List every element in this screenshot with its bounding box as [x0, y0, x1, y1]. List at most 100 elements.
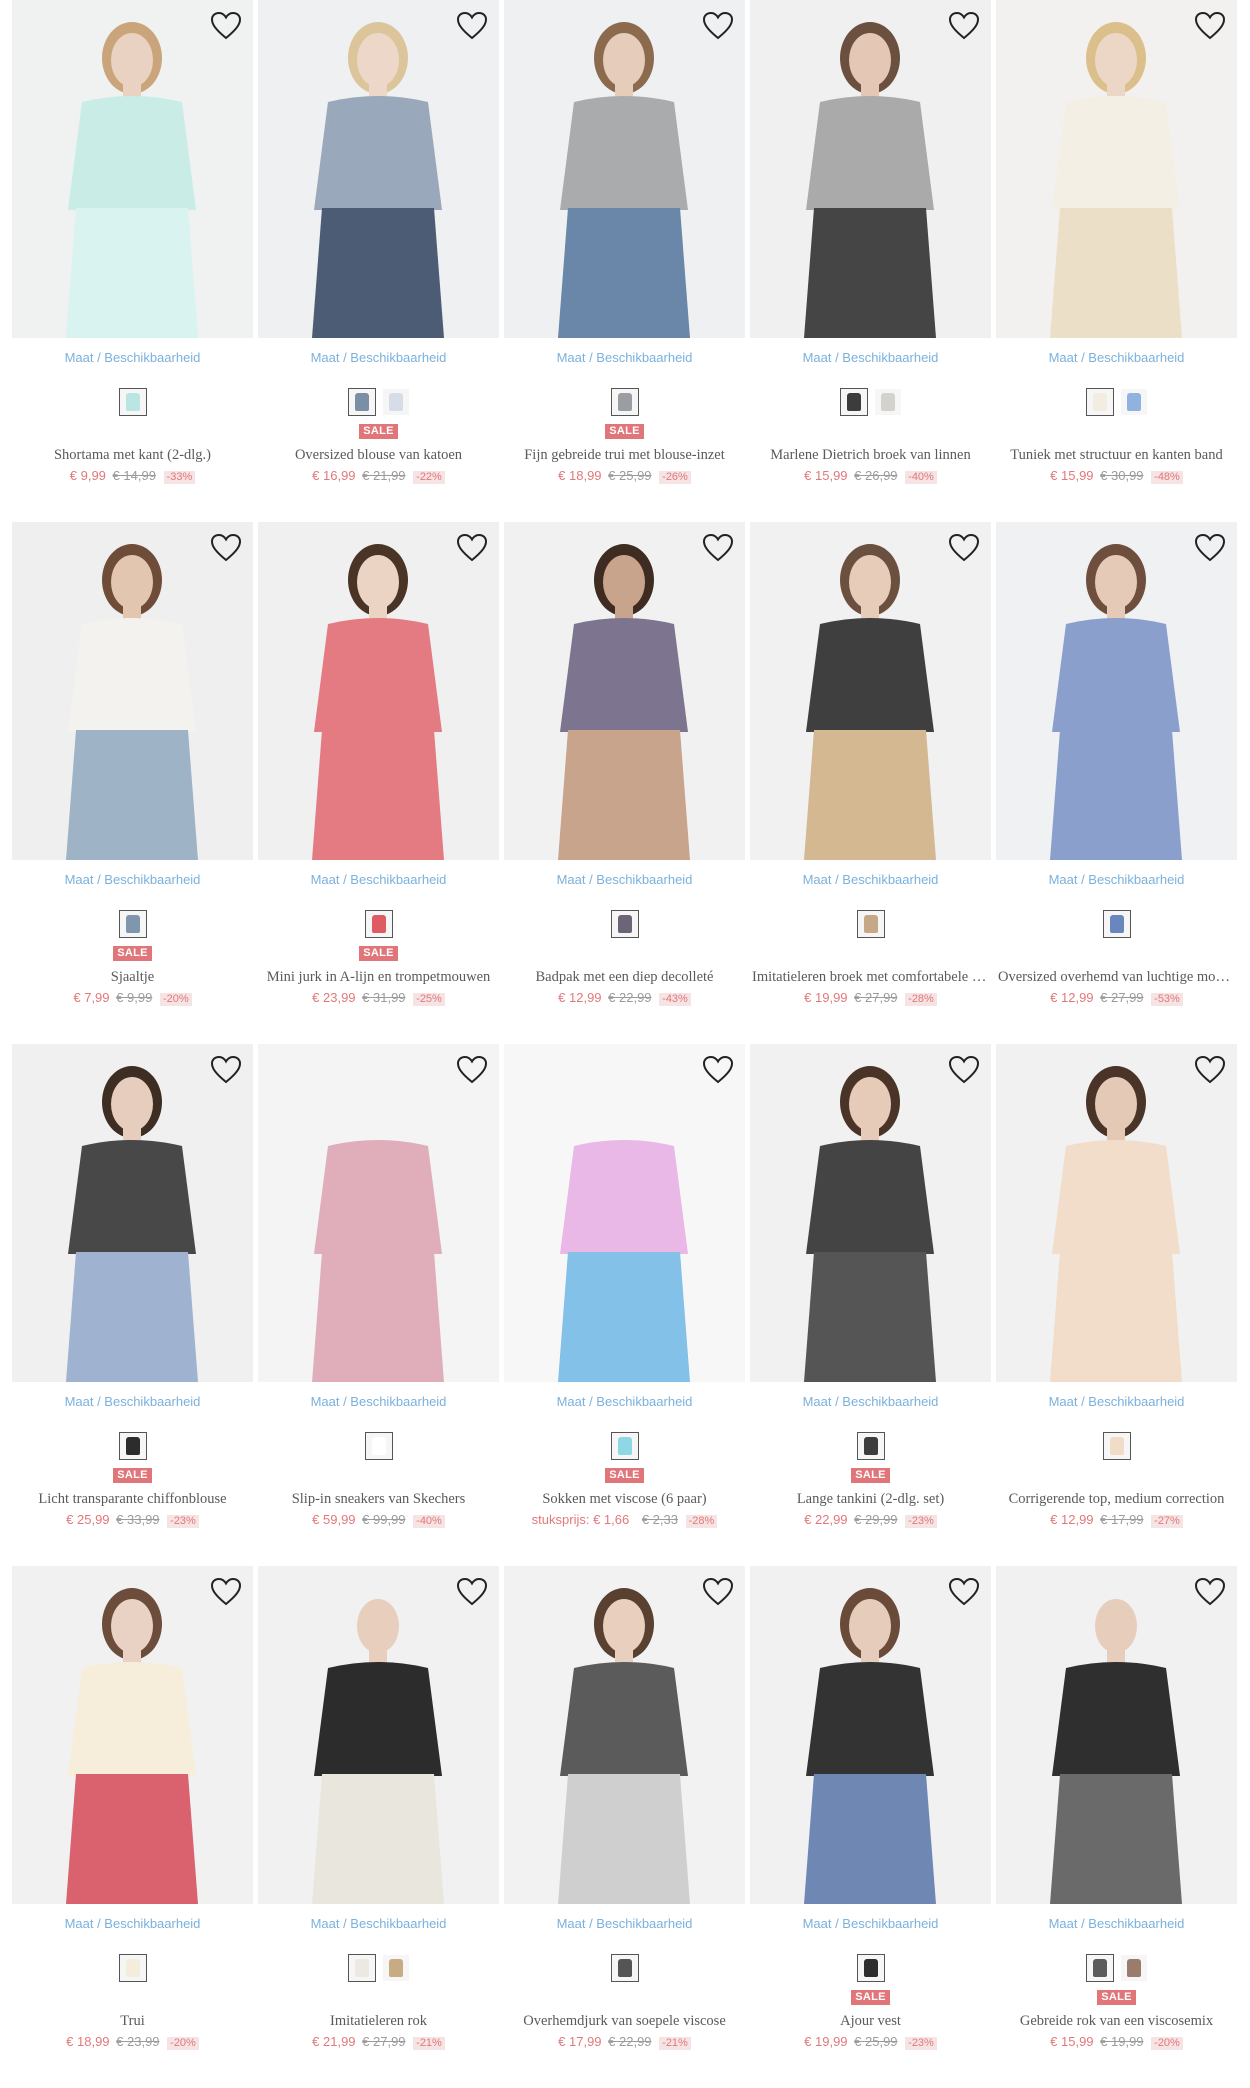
- size-availability-link[interactable]: Maat / Beschikbaarheid: [258, 350, 499, 368]
- color-swatch[interactable]: [347, 388, 376, 416]
- size-availability-link[interactable]: Maat / Beschikbaarheid: [996, 1916, 1237, 1934]
- color-swatch[interactable]: [118, 388, 147, 416]
- product-card[interactable]: Maat / Beschikbaarheid Corrigerende top,…: [996, 1044, 1237, 1566]
- product-image[interactable]: [12, 0, 253, 338]
- wishlist-button[interactable]: [209, 1576, 243, 1608]
- color-swatch[interactable]: [856, 1432, 885, 1460]
- product-image[interactable]: [258, 522, 499, 860]
- product-name[interactable]: Marlene Dietrich broek van linnen: [750, 447, 991, 466]
- product-card[interactable]: Maat / Beschikbaarheid SALE Licht transp…: [12, 1044, 253, 1566]
- product-card[interactable]: Maat / Beschikbaarheid Trui € 18,99 € 23…: [12, 1566, 253, 2088]
- product-card[interactable]: Maat / Beschikbaarheid Slip-in sneakers …: [258, 1044, 499, 1566]
- product-image[interactable]: [996, 522, 1237, 860]
- size-availability-link[interactable]: Maat / Beschikbaarheid: [504, 872, 745, 890]
- product-name[interactable]: Overhemdjurk van soepele viscose: [504, 2013, 745, 2032]
- wishlist-button[interactable]: [455, 1054, 489, 1086]
- size-availability-link[interactable]: Maat / Beschikbaarheid: [996, 1394, 1237, 1412]
- color-swatch[interactable]: [610, 1954, 639, 1982]
- product-image[interactable]: [504, 1044, 745, 1382]
- size-availability-link[interactable]: Maat / Beschikbaarheid: [12, 1916, 253, 1934]
- size-availability-link[interactable]: Maat / Beschikbaarheid: [258, 1916, 499, 1934]
- product-name[interactable]: Slip-in sneakers van Skechers: [258, 1491, 499, 1510]
- wishlist-button[interactable]: [701, 532, 735, 564]
- wishlist-button[interactable]: [947, 10, 981, 42]
- size-availability-link[interactable]: Maat / Beschikbaarheid: [750, 1916, 991, 1934]
- product-image[interactable]: [258, 0, 499, 338]
- wishlist-button[interactable]: [1193, 1054, 1227, 1086]
- product-name[interactable]: Lange tankini (2-dlg. set): [750, 1491, 991, 1510]
- product-image[interactable]: [258, 1044, 499, 1382]
- color-swatch[interactable]: [839, 388, 868, 416]
- size-availability-link[interactable]: Maat / Beschikbaarheid: [258, 1394, 499, 1412]
- wishlist-button[interactable]: [209, 1054, 243, 1086]
- product-image[interactable]: [504, 522, 745, 860]
- product-image[interactable]: [750, 0, 991, 338]
- size-availability-link[interactable]: Maat / Beschikbaarheid: [504, 1916, 745, 1934]
- color-swatch[interactable]: [118, 1432, 147, 1460]
- product-image[interactable]: [504, 0, 745, 338]
- product-card[interactable]: Maat / Beschikbaarheid Tuniek met struct…: [996, 0, 1237, 522]
- product-card[interactable]: Maat / Beschikbaarheid SALE Sjaaltje € 7…: [12, 522, 253, 1044]
- product-name[interactable]: Shortama met kant (2-dlg.): [12, 447, 253, 466]
- product-image[interactable]: [996, 1566, 1237, 1904]
- size-availability-link[interactable]: Maat / Beschikbaarheid: [750, 872, 991, 890]
- color-swatch[interactable]: [381, 1954, 410, 1982]
- product-name[interactable]: Badpak met een diep decolleté: [504, 969, 745, 988]
- product-name[interactable]: Gebreide rok van een viscosemix: [996, 2013, 1237, 2032]
- wishlist-button[interactable]: [701, 10, 735, 42]
- product-card[interactable]: Maat / Beschikbaarheid SALE Lange tankin…: [750, 1044, 991, 1566]
- color-swatch[interactable]: [364, 1432, 393, 1460]
- product-card[interactable]: Maat / Beschikbaarheid Badpak met een di…: [504, 522, 745, 1044]
- size-availability-link[interactable]: Maat / Beschikbaarheid: [750, 350, 991, 368]
- color-swatch[interactable]: [873, 388, 902, 416]
- product-card[interactable]: Maat / Beschikbaarheid SALE Oversized bl…: [258, 0, 499, 522]
- wishlist-button[interactable]: [455, 10, 489, 42]
- product-name[interactable]: Licht transparante chiffonblouse: [12, 1491, 253, 1510]
- product-name[interactable]: Imitatieleren rok: [258, 2013, 499, 2032]
- product-name[interactable]: Corrigerende top, medium correction: [996, 1491, 1237, 1510]
- product-image[interactable]: [504, 1566, 745, 1904]
- size-availability-link[interactable]: Maat / Beschikbaarheid: [504, 1394, 745, 1412]
- color-swatch[interactable]: [364, 910, 393, 938]
- color-swatch[interactable]: [856, 910, 885, 938]
- wishlist-button[interactable]: [209, 10, 243, 42]
- color-swatch[interactable]: [118, 1954, 147, 1982]
- size-availability-link[interactable]: Maat / Beschikbaarheid: [504, 350, 745, 368]
- wishlist-button[interactable]: [209, 532, 243, 564]
- wishlist-button[interactable]: [1193, 10, 1227, 42]
- product-card[interactable]: Maat / Beschikbaarheid Marlene Dietrich …: [750, 0, 991, 522]
- product-image[interactable]: [996, 1044, 1237, 1382]
- product-image[interactable]: [12, 522, 253, 860]
- product-image[interactable]: [12, 1566, 253, 1904]
- product-card[interactable]: Maat / Beschikbaarheid Oversized overhem…: [996, 522, 1237, 1044]
- product-name[interactable]: Imitatieleren broek met comfortabele ban…: [750, 969, 991, 988]
- color-swatch[interactable]: [118, 910, 147, 938]
- color-swatch[interactable]: [856, 1954, 885, 1982]
- color-swatch[interactable]: [1085, 388, 1114, 416]
- color-swatch[interactable]: [610, 910, 639, 938]
- product-name[interactable]: Trui: [12, 2013, 253, 2032]
- wishlist-button[interactable]: [947, 532, 981, 564]
- product-image[interactable]: [750, 1044, 991, 1382]
- wishlist-button[interactable]: [455, 1576, 489, 1608]
- product-image[interactable]: [258, 1566, 499, 1904]
- product-image[interactable]: [996, 0, 1237, 338]
- product-card[interactable]: Maat / Beschikbaarheid Imitatieleren bro…: [750, 522, 991, 1044]
- product-name[interactable]: Sjaaltje: [12, 969, 253, 988]
- wishlist-button[interactable]: [1193, 532, 1227, 564]
- size-availability-link[interactable]: Maat / Beschikbaarheid: [996, 872, 1237, 890]
- product-name[interactable]: Fijn gebreide trui met blouse-inzet: [504, 447, 745, 466]
- wishlist-button[interactable]: [701, 1054, 735, 1086]
- size-availability-link[interactable]: Maat / Beschikbaarheid: [996, 350, 1237, 368]
- product-card[interactable]: Maat / Beschikbaarheid SALE Sokken met v…: [504, 1044, 745, 1566]
- wishlist-button[interactable]: [1193, 1576, 1227, 1608]
- size-availability-link[interactable]: Maat / Beschikbaarheid: [750, 1394, 991, 1412]
- product-name[interactable]: Mini jurk in A-lijn en trompetmouwen: [258, 969, 499, 988]
- product-card[interactable]: Maat / Beschikbaarheid SALE Mini jurk in…: [258, 522, 499, 1044]
- color-swatch[interactable]: [1102, 910, 1131, 938]
- product-name[interactable]: Oversized overhemd van luchtige mousseli…: [996, 969, 1237, 988]
- color-swatch[interactable]: [1119, 388, 1148, 416]
- product-name[interactable]: Ajour vest: [750, 2013, 991, 2032]
- product-card[interactable]: Maat / Beschikbaarheid Overhemdjurk van …: [504, 1566, 745, 2088]
- product-image[interactable]: [750, 522, 991, 860]
